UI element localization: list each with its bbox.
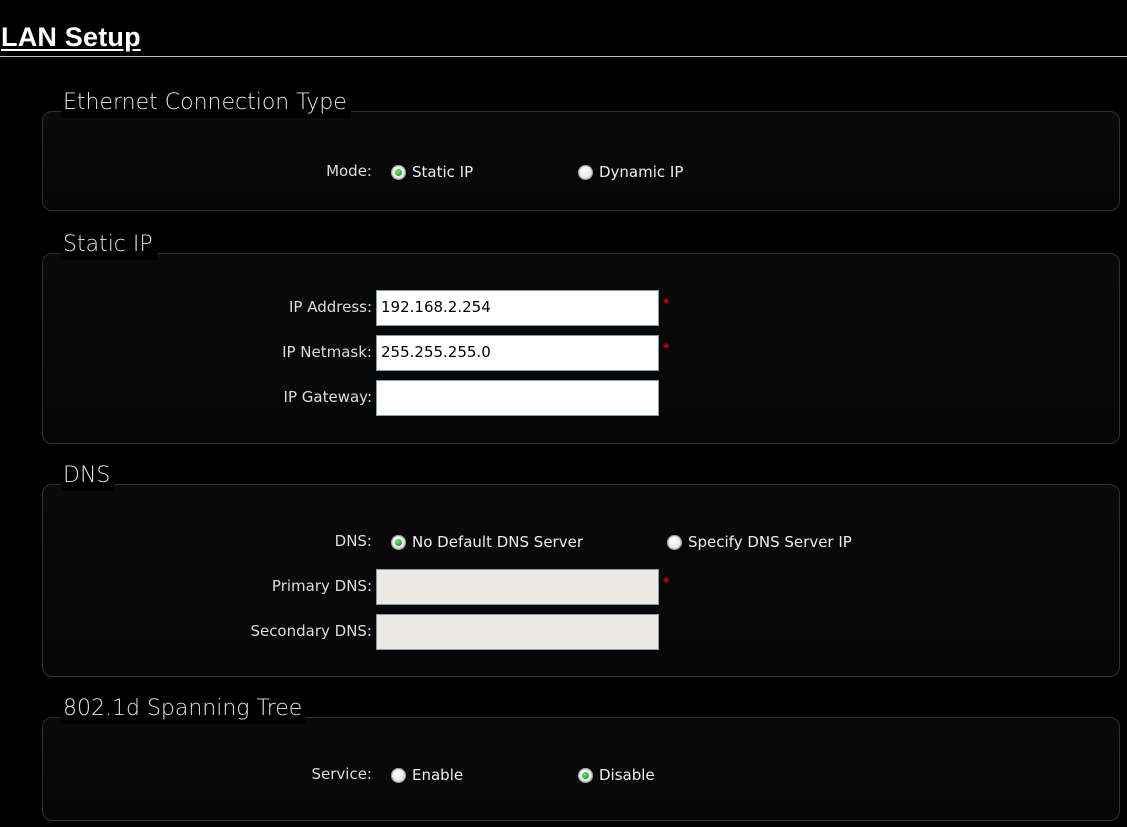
radio-stp-enable-circle[interactable] [391,767,406,783]
radio-stp-disable[interactable]: Disable [578,762,655,788]
dns-section: DNS DNS: No Default DNS Server Specify D… [42,461,1120,677]
radio-dynamic-ip-label: Dynamic IP [599,163,684,181]
mode-label: Mode: [326,162,372,180]
ip-netmask-row: IP Netmask: 255.255.255.0 * [43,335,1119,371]
radio-no-default-dns-label: No Default DNS Server [412,533,583,551]
secondary-dns-label: Secondary DNS: [250,622,372,640]
radio-specify-dns[interactable]: Specify DNS Server IP [667,529,852,555]
radio-stp-enable[interactable]: Enable [391,762,463,788]
radio-stp-enable-label: Enable [412,766,464,784]
ip-netmask-input[interactable]: 255.255.255.0 [376,335,659,371]
static-ip-legend: Static IP [61,230,157,260]
primary-dns-row: Primary DNS: * [43,569,1119,605]
secondary-dns-input[interactable] [376,614,659,650]
radio-no-default-dns[interactable]: No Default DNS Server [391,529,583,555]
dns-legend: DNS [61,461,115,491]
primary-dns-required-mark: * [663,575,670,589]
dns-mode-row: DNS: No Default DNS Server Specify DNS S… [43,529,1119,555]
static-ip-section: Static IP IP Address: 192.168.2.254 * IP… [42,230,1120,444]
ip-address-row: IP Address: 192.168.2.254 * [43,290,1119,326]
radio-dynamic-ip[interactable]: Dynamic IP [578,159,683,185]
ip-gateway-input[interactable] [376,380,659,416]
ip-address-label: IP Address: [288,298,372,316]
spanning-tree-section: 802.1d Spanning Tree Service: Enable Dis… [42,694,1120,821]
radio-dynamic-ip-circle[interactable] [578,164,593,180]
secondary-dns-row: Secondary DNS: [43,614,1119,650]
radio-specify-dns-label: Specify DNS Server IP [688,533,852,551]
service-label: Service: [311,765,373,783]
spanning-tree-legend: 802.1d Spanning Tree [61,694,307,724]
ip-address-required-mark: * [663,296,670,310]
radio-static-ip-label: Static IP [412,163,474,181]
primary-dns-label: Primary DNS: [271,577,372,595]
service-row: Service: Enable Disable [43,762,1119,788]
ethernet-connection-type-section: Ethernet Connection Type Mode: Static IP… [42,88,1120,211]
primary-dns-input[interactable] [376,569,659,605]
radio-static-ip-circle[interactable] [391,164,406,180]
radio-stp-disable-circle[interactable] [578,767,593,783]
ip-gateway-label: IP Gateway: [283,388,372,406]
dns-mode-label: DNS: [334,532,372,550]
radio-specify-dns-circle[interactable] [667,534,682,550]
ip-netmask-required-mark: * [663,341,670,355]
ip-address-input[interactable]: 192.168.2.254 [376,290,659,326]
radio-static-ip[interactable]: Static IP [391,159,473,185]
mode-row: Mode: Static IP Dynamic IP [43,159,1119,185]
page-header: LAN Setup [0,22,1127,57]
ip-netmask-label: IP Netmask: [282,343,372,361]
radio-no-default-dns-circle[interactable] [391,534,406,550]
lan-setup-page: LAN Setup Ethernet Connection Type Mode:… [0,0,1127,827]
ethernet-connection-type-legend: Ethernet Connection Type [61,88,351,118]
radio-stp-disable-label: Disable [599,766,655,784]
page-title: LAN Setup [1,22,141,52]
ip-gateway-row: IP Gateway: [43,380,1119,416]
